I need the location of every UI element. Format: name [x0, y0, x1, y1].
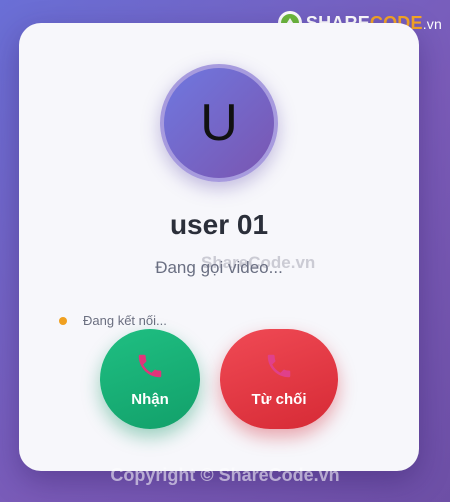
connection-text: Đang kết nối...: [83, 313, 167, 328]
watermark-text: ShareCode.vn: [201, 253, 316, 272]
decline-label: Từ chối: [251, 390, 307, 408]
caller-avatar: U: [160, 64, 278, 182]
connection-status: Đang kết nối...: [59, 313, 167, 328]
connection-dot: [59, 316, 67, 325]
accept-call-button[interactable]: Nhận: [100, 329, 200, 429]
copyright-watermark: Copyright © ShareCode.vn: [110, 465, 340, 485]
decline-call-button[interactable]: Từ chối: [220, 329, 338, 429]
phone-icon: [138, 354, 162, 377]
accept-label: Nhận: [131, 390, 169, 408]
incoming-call-card: U user 01 Đang gọi video... ShareCode.vn…: [19, 23, 419, 471]
avatar-initial: U: [200, 94, 238, 152]
logo-tld: .vn: [422, 15, 442, 32]
phone-icon: [267, 354, 291, 377]
caller-name: user 01: [169, 209, 269, 240]
